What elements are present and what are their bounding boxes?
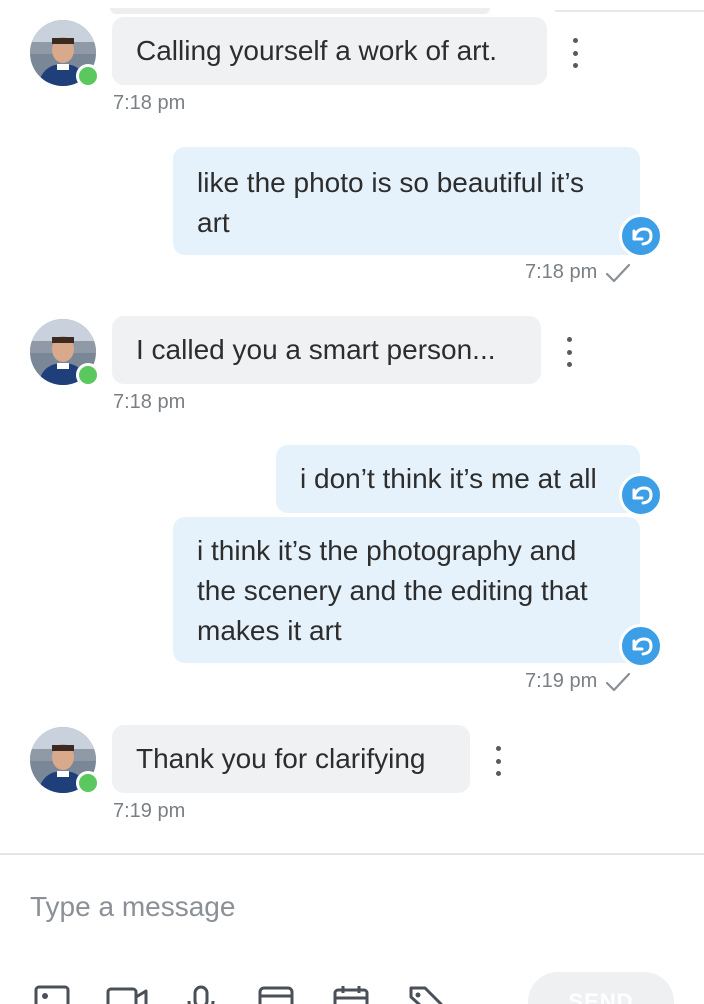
card-icon[interactable] <box>258 985 294 1004</box>
message-bubble-incoming[interactable]: I called you a smart person... <box>112 316 541 384</box>
online-status-indicator <box>76 363 100 387</box>
message-timestamp: 7:19 pm <box>525 670 598 692</box>
message-input[interactable] <box>30 885 630 929</box>
message-text: like the photo is so beautiful it’s art <box>197 167 585 238</box>
calendar-icon[interactable] <box>333 985 369 1004</box>
message-status: 7:18 pm <box>525 261 631 284</box>
message-bubble-incoming[interactable]: Calling yourself a work of art. <box>112 17 547 85</box>
more-vertical-icon[interactable] <box>569 38 581 68</box>
message-bubble-outgoing[interactable]: i think it’s the photography and the sce… <box>173 517 640 663</box>
message-status: 7:19 pm <box>525 670 631 693</box>
online-status-indicator <box>76 771 100 795</box>
online-status-indicator <box>76 64 100 88</box>
reply-icon[interactable] <box>619 624 663 668</box>
message-composer: SEND <box>0 855 704 1004</box>
message-bubble-incoming[interactable]: Thank you for clarifying <box>112 725 470 793</box>
message-text: i don’t think it’s me at all <box>300 463 597 494</box>
message-text: I called you a smart person... <box>136 334 496 365</box>
message-text: Thank you for clarifying <box>136 743 426 774</box>
checkmark-icon <box>606 263 631 282</box>
message-text: i think it’s the photography and the sce… <box>197 535 588 646</box>
more-vertical-icon[interactable] <box>492 746 504 776</box>
message-timestamp: 7:18 pm <box>525 261 598 283</box>
video-icon[interactable] <box>106 985 148 1004</box>
message-text: Calling yourself a work of art. <box>136 35 498 66</box>
tag-icon[interactable] <box>408 985 444 1004</box>
microphone-icon[interactable] <box>186 985 216 1004</box>
header-divider <box>555 10 704 12</box>
message-bubble-outgoing[interactable]: i don’t think it’s me at all <box>276 445 640 513</box>
message-timestamp: 7:19 pm <box>113 800 186 822</box>
image-icon[interactable] <box>34 985 70 1004</box>
message-timestamp: 7:18 pm <box>113 92 186 114</box>
avatar[interactable] <box>30 727 100 795</box>
message-bubble-outgoing[interactable]: like the photo is so beautiful it’s art <box>173 147 640 255</box>
reply-icon[interactable] <box>619 214 663 258</box>
avatar[interactable] <box>30 319 100 387</box>
previous-message-edge <box>110 8 490 14</box>
avatar[interactable] <box>30 20 100 88</box>
more-vertical-icon[interactable] <box>563 337 575 367</box>
checkmark-icon <box>606 672 631 691</box>
reply-icon[interactable] <box>619 473 663 517</box>
send-button[interactable]: SEND <box>528 972 674 1004</box>
message-timestamp: 7:18 pm <box>113 391 186 413</box>
chat-screen: Calling yourself a work of art. 7:18 pm … <box>0 0 704 1004</box>
